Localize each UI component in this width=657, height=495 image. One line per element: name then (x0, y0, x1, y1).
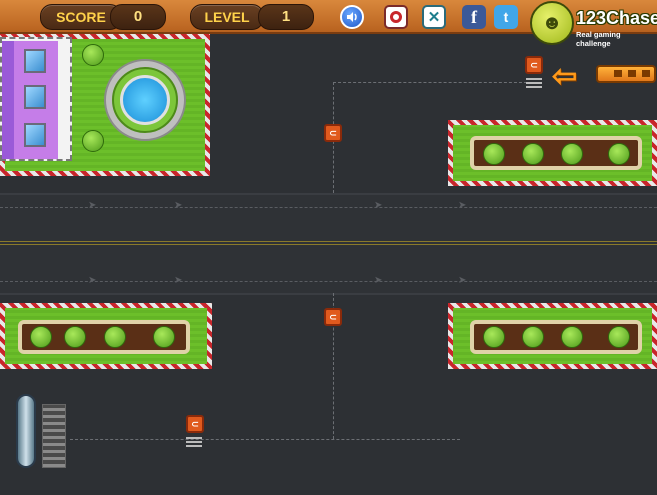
police-car: ⊂ (324, 308, 342, 326)
bush (64, 326, 86, 348)
car-exhaust (186, 435, 202, 447)
lane-arrow-icon: ➤ (174, 200, 183, 211)
tram-track (42, 404, 66, 468)
center-line (0, 241, 657, 242)
lane-arrow-icon: ➤ (374, 200, 383, 211)
speaker-glyph (347, 12, 357, 22)
logo-title: 123Chase (576, 8, 657, 28)
logo-subtitle: Real gaming challenge (576, 30, 621, 48)
bush (30, 326, 52, 348)
bush (522, 143, 544, 165)
logo-badge-icon: ☻ (530, 1, 574, 45)
power-icon[interactable] (384, 5, 408, 29)
bush (483, 326, 505, 348)
bush (608, 326, 630, 348)
speaker-icon[interactable] (340, 5, 364, 29)
twitter-icon[interactable]: t (494, 5, 518, 29)
player-car[interactable]: ⊂ (525, 56, 543, 74)
bush (82, 44, 104, 66)
lane-divider (0, 207, 657, 208)
bush (483, 143, 505, 165)
lane-arrow-icon: ➤ (458, 275, 467, 286)
left-arrow-icon: ⇦ (552, 60, 578, 93)
bush (608, 143, 630, 165)
lane-arrow-icon: ➤ (458, 200, 467, 211)
lane-arrow-icon: ➤ (88, 275, 97, 286)
tram (16, 394, 36, 468)
lane-arrow-icon: ➤ (88, 200, 97, 211)
path-guide (70, 439, 460, 440)
tools-icon[interactable]: ✕ (422, 5, 446, 29)
facebook-icon[interactable]: f (462, 5, 486, 29)
bush (153, 326, 175, 348)
car-exhaust (526, 76, 542, 88)
lane-arrow-icon: ➤ (374, 275, 383, 286)
bus (596, 65, 656, 83)
bush (104, 326, 126, 348)
path-guide (333, 82, 527, 83)
police-car: ⊂ (186, 415, 204, 433)
fountain (104, 59, 186, 141)
police-car: ⊂ (324, 124, 342, 142)
bush (82, 130, 104, 152)
center-line (0, 244, 657, 245)
score-value: 0 (110, 4, 166, 30)
level-label: LEVEL (190, 4, 264, 30)
building (0, 37, 72, 161)
lane-arrow-icon: ➤ (174, 275, 183, 286)
bush (561, 326, 583, 348)
game-stage[interactable]: ➤ ➤ ➤ ➤ ➤ ➤ ➤ ➤ ⊂ ⊂ ⊂ ⊂ ⇦ SCORE 0 LEVEL … (0, 0, 657, 495)
bush (561, 143, 583, 165)
logo[interactable]: ☻ 123Chase Real gaming challenge (528, 0, 657, 48)
lane-divider (0, 281, 657, 282)
bush (522, 326, 544, 348)
level-value: 1 (258, 4, 314, 30)
